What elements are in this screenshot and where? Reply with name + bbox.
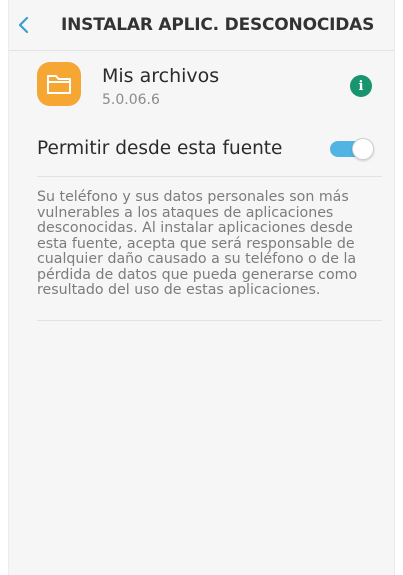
chevron-left-icon	[18, 16, 29, 34]
divider	[37, 320, 382, 321]
app-info-row: Mis archivos 5.0.06.6 i	[9, 55, 394, 120]
app-bar: INSTALAR APLIC. DESCONOCIDAS	[9, 0, 394, 51]
setting-label: Permitir desde esta fuente	[37, 138, 283, 159]
app-version: 5.0.06.6	[102, 92, 160, 108]
settings-screen: INSTALAR APLIC. DESCONOCIDAS Mis archivo…	[8, 0, 395, 575]
info-icon[interactable]: i	[350, 75, 372, 97]
allow-source-setting[interactable]: Permitir desde esta fuente	[9, 122, 394, 174]
back-button[interactable]	[0, 0, 49, 50]
allow-source-switch[interactable]	[330, 138, 374, 160]
folder-icon	[37, 62, 81, 106]
switch-thumb	[352, 138, 374, 160]
app-name: Mis archivos	[102, 65, 220, 87]
divider	[37, 176, 382, 177]
page-title: INSTALAR APLIC. DESCONOCIDAS	[61, 15, 375, 35]
warning-description: Su teléfono y sus datos personales son m…	[37, 189, 358, 298]
